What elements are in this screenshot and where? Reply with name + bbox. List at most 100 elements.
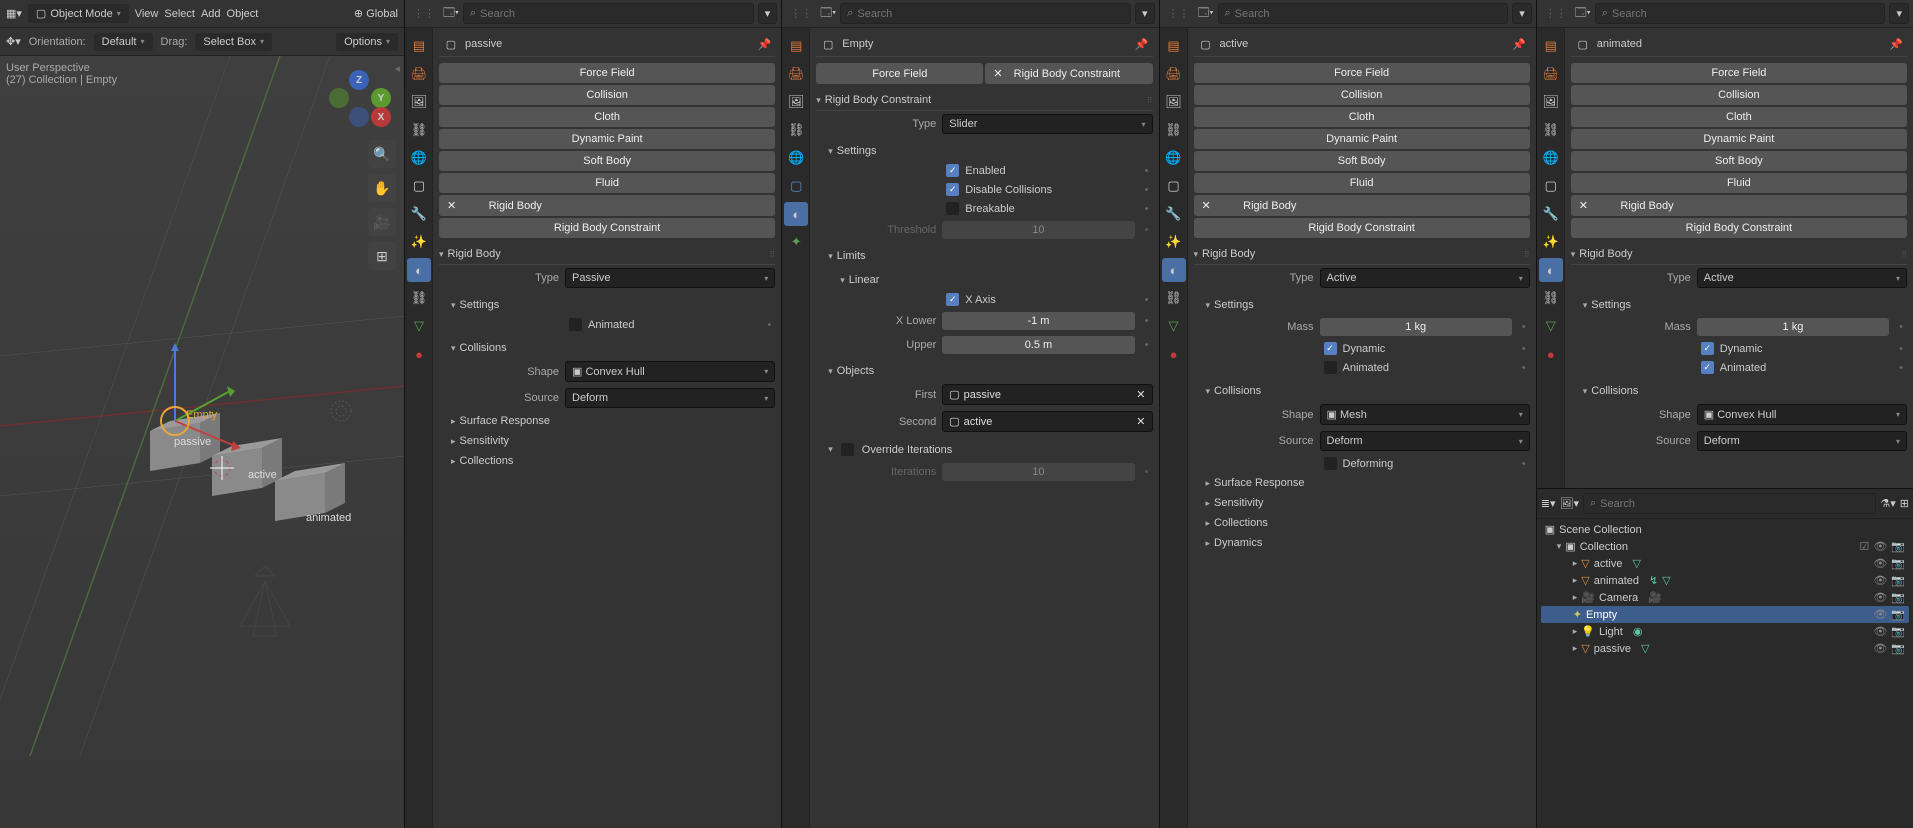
clear-icon[interactable]: ✕ xyxy=(1136,415,1145,428)
drag-handle-icon[interactable]: ⠿ xyxy=(1147,96,1153,105)
physics-rigidbody-remove-button[interactable]: ✕ Rigid Body xyxy=(1194,195,1530,216)
options-menu[interactable]: Options▾ xyxy=(336,33,398,51)
filter-icon[interactable]: ⚗▾ xyxy=(1880,497,1895,510)
dynamics-section[interactable]: ▸Dynamics xyxy=(1194,533,1530,553)
tab-particle-icon[interactable]: ✨ xyxy=(1162,230,1186,254)
physics-rbc-remove-button[interactable]: ✕ Rigid Body Constraint xyxy=(985,63,1152,84)
drag-handle-icon[interactable]: ⠿ xyxy=(1524,250,1530,259)
override-iterations-checkbox[interactable] xyxy=(841,443,854,456)
tab-physics-icon[interactable]: ◐ xyxy=(1539,258,1563,282)
editor-type-icon[interactable]: 🗔▾ xyxy=(443,4,459,23)
mass-input[interactable]: 1 kg xyxy=(1697,318,1889,336)
tab-object-icon[interactable]: ▢ xyxy=(1539,174,1563,198)
scene-collection-row[interactable]: ▣Scene Collection xyxy=(1541,521,1909,538)
shape-select[interactable]: ▣ Convex Hull▾ xyxy=(1697,404,1907,425)
panel-drag-icon[interactable]: ⋮⋮ xyxy=(409,7,439,20)
visibility-icon[interactable]: 👁 xyxy=(1873,642,1887,655)
drag-handle-icon[interactable]: ⠿ xyxy=(1901,250,1907,259)
panel-drag-icon[interactable]: ⋮⋮ xyxy=(1164,7,1194,20)
pin-icon[interactable]: 📌 xyxy=(1135,38,1149,51)
settings-section[interactable]: ▾Settings xyxy=(816,141,1152,161)
physics-dynamicpaint-button[interactable]: Dynamic Paint xyxy=(439,129,775,149)
tab-world-icon[interactable]: 🌐 xyxy=(1162,146,1186,170)
pin-icon[interactable]: 📌 xyxy=(1889,38,1903,51)
tab-object-icon[interactable]: ▢ xyxy=(784,174,808,198)
vp-camera-icon[interactable]: 🎥 xyxy=(368,208,396,236)
physics-forcefield-button[interactable]: Force Field xyxy=(439,63,775,83)
visibility-icon[interactable]: 👁 xyxy=(1873,540,1887,553)
tab-scene-icon[interactable]: ⛓ xyxy=(1162,118,1186,142)
linear-section[interactable]: ▾Linear xyxy=(816,270,1152,290)
tab-material-icon[interactable]: ● xyxy=(1162,342,1186,366)
type-select[interactable]: Active▾ xyxy=(1697,268,1907,288)
tab-physics-icon[interactable]: ◐ xyxy=(407,258,431,282)
visibility-icon[interactable]: 👁 xyxy=(1873,574,1887,587)
animated-checkbox[interactable]: ✓ xyxy=(1701,361,1714,374)
animated-checkbox[interactable] xyxy=(1324,361,1337,374)
search-box[interactable]: ⌕ xyxy=(840,3,1131,24)
tab-physics-icon[interactable]: ◐ xyxy=(784,202,808,226)
menu-select[interactable]: Select xyxy=(164,8,195,20)
tree-item-light[interactable]: ▸💡Light◉👁📷 xyxy=(1541,623,1909,640)
tab-mesh-icon[interactable]: ▽ xyxy=(407,314,431,338)
physics-cloth-button[interactable]: Cloth xyxy=(1194,107,1530,127)
physics-dynamicpaint-button[interactable]: Dynamic Paint xyxy=(1571,129,1907,149)
settings-section[interactable]: ▾Settings xyxy=(439,295,775,315)
search-input[interactable] xyxy=(1600,498,1869,510)
tab-material-icon[interactable]: ● xyxy=(1539,342,1563,366)
tree-item-animated[interactable]: ▸▽animated↯▽👁📷 xyxy=(1541,572,1909,589)
tree-item-active[interactable]: ▸▽active▽👁📷 xyxy=(1541,555,1909,572)
tab-render-icon[interactable]: ▤ xyxy=(1162,34,1186,58)
orientation-select[interactable]: Default▾ xyxy=(94,33,153,51)
vp-zoom-icon[interactable]: 🔍 xyxy=(368,140,396,168)
tab-particle-icon[interactable]: ✨ xyxy=(1539,230,1563,254)
search-box[interactable]: ⌕ xyxy=(463,3,754,24)
physics-fluid-button[interactable]: Fluid xyxy=(1194,173,1530,193)
menu-view[interactable]: View xyxy=(135,8,159,20)
physics-softbody-button[interactable]: Soft Body xyxy=(1194,151,1530,171)
render-icon[interactable]: 📷 xyxy=(1891,591,1905,604)
render-icon[interactable]: 📷 xyxy=(1891,540,1905,553)
type-select[interactable]: Passive▾ xyxy=(565,268,775,288)
surface-response-section[interactable]: ▸Surface Response xyxy=(439,411,775,431)
collapse-icon[interactable]: ◂ xyxy=(394,62,400,75)
keyframe-dot-icon[interactable]: • xyxy=(1141,165,1153,177)
dynamic-checkbox[interactable]: ✓ xyxy=(1324,342,1337,355)
breakable-checkbox[interactable] xyxy=(946,202,959,215)
drag-handle-icon[interactable]: ⠿ xyxy=(769,250,775,259)
panel-drag-icon[interactable]: ⋮⋮ xyxy=(1541,7,1571,20)
physics-fluid-button[interactable]: Fluid xyxy=(1571,173,1907,193)
tree-item-empty[interactable]: ✦Empty👁📷 xyxy=(1541,606,1909,623)
pin-icon[interactable]: 📌 xyxy=(758,38,772,51)
tab-output-icon[interactable]: 🖨 xyxy=(407,62,431,86)
dynamic-checkbox[interactable]: ✓ xyxy=(1701,342,1714,355)
search-input[interactable] xyxy=(480,8,747,20)
search-box[interactable]: ⌕ xyxy=(1595,3,1886,24)
source-select[interactable]: Deform▾ xyxy=(1697,431,1907,451)
tab-scene-icon[interactable]: ⛓ xyxy=(1539,118,1563,142)
physics-rigidbody-remove-button[interactable]: ✕ Rigid Body xyxy=(439,195,775,216)
pin-icon[interactable]: 📌 xyxy=(1512,38,1526,51)
visibility-icon[interactable]: 👁 xyxy=(1873,557,1887,570)
exclude-checkbox[interactable]: ☑ xyxy=(1859,540,1869,553)
render-icon[interactable]: 📷 xyxy=(1891,557,1905,570)
tab-constraint-icon[interactable]: ⛓ xyxy=(407,286,431,310)
tab-material-icon[interactable]: ● xyxy=(407,342,431,366)
tab-viewlayer-icon[interactable]: 🖼 xyxy=(784,90,808,114)
tab-object-icon[interactable]: ▢ xyxy=(1162,174,1186,198)
mode-select[interactable]: ▢Object Mode▾ xyxy=(28,4,129,23)
physics-rbc-button[interactable]: Rigid Body Constraint xyxy=(439,218,775,238)
sensitivity-section[interactable]: ▸Sensitivity xyxy=(1194,493,1530,513)
shape-select[interactable]: ▣ Convex Hull▾ xyxy=(565,361,775,382)
limits-section[interactable]: ▾Limits xyxy=(816,246,1152,266)
physics-dynamicpaint-button[interactable]: Dynamic Paint xyxy=(1194,129,1530,149)
upper-input[interactable]: 0.5 m xyxy=(942,336,1134,354)
collections-section[interactable]: ▸Collections xyxy=(1194,513,1530,533)
transform-icon[interactable]: ✥▾ xyxy=(6,35,21,48)
tab-render-icon[interactable]: ▤ xyxy=(407,34,431,58)
physics-cloth-button[interactable]: Cloth xyxy=(1571,107,1907,127)
collisions-section[interactable]: ▾Collisions xyxy=(439,338,775,358)
search-box[interactable]: ⌕ xyxy=(1583,493,1876,514)
panel-drag-icon[interactable]: ⋮⋮ xyxy=(786,7,816,20)
deforming-checkbox[interactable] xyxy=(1324,457,1337,470)
